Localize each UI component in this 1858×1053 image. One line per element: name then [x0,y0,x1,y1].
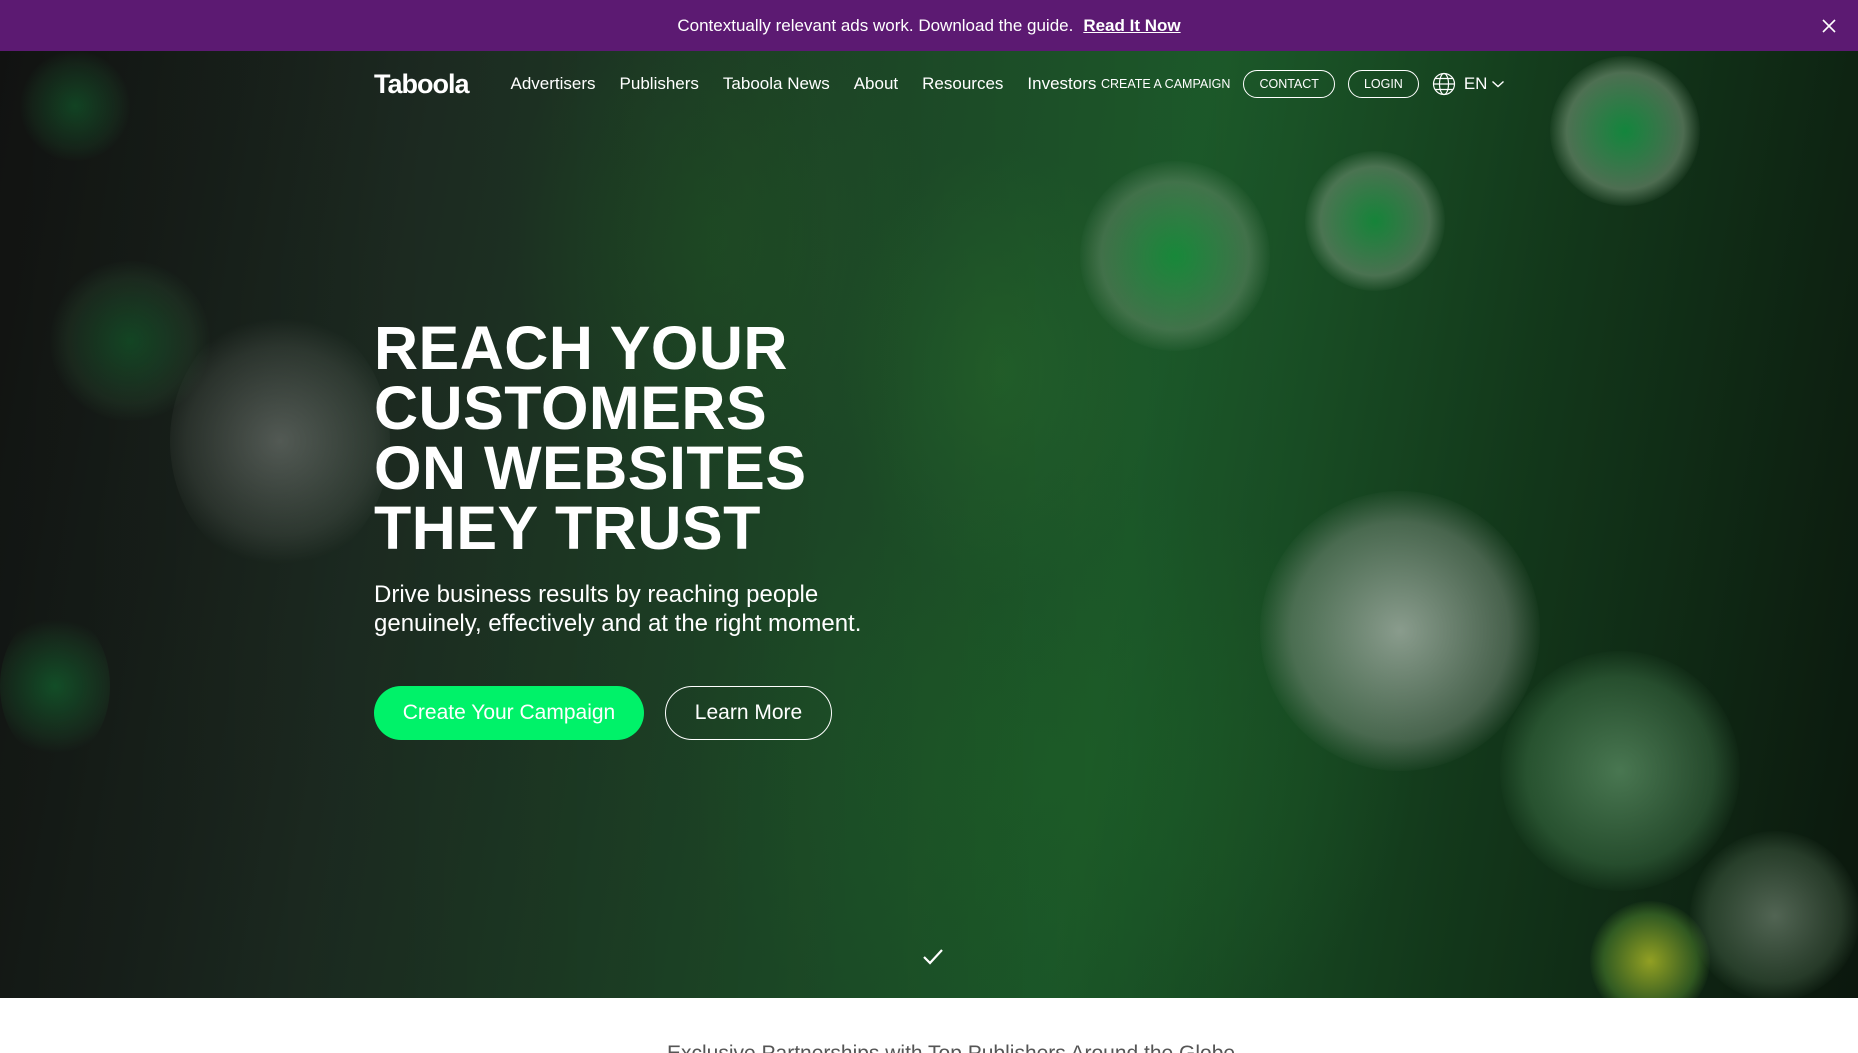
subheadline-line: genuinely, effectively and at the right … [374,610,862,637]
headline-line: ON WEBSITES [374,434,807,502]
create-campaign-link[interactable]: CREATE A CAMPAIGN [1101,77,1230,91]
announcement-bar: Contextually relevant ads work. Download… [0,0,1858,51]
nav-link-resources[interactable]: Resources [922,74,1003,94]
bokeh-light [50,261,210,421]
bokeh-light [1500,651,1740,891]
hero-subheadline: Drive business results by reaching peopl… [374,580,934,638]
bokeh-light [1305,151,1445,291]
partners-heading: Exclusive Partnerships with Top Publishe… [667,1042,1235,1053]
partners-section: Exclusive Partnerships with Top Publishe… [0,998,1858,1053]
bokeh-light [1550,56,1700,206]
close-icon[interactable] [1818,15,1840,37]
learn-more-button[interactable]: Learn More [665,686,832,740]
nav-link-about[interactable]: About [854,74,898,94]
nav-link-publishers[interactable]: Publishers [620,74,699,94]
hero-headline: REACH YOUR CUSTOMERS ON WEBSITES THEY TR… [374,314,1074,562]
nav-actions: CREATE A CAMPAIGN CONTACT LOGIN EN [1101,62,1505,106]
bokeh-light [0,611,110,761]
read-it-now-link[interactable]: Read It Now [1083,16,1180,36]
main-nav: Taboola Advertisers Publishers Taboola N… [374,62,1120,106]
headline-line: REACH YOUR [374,314,788,382]
login-button[interactable]: LOGIN [1347,70,1419,98]
nav-link-advertisers[interactable]: Advertisers [511,74,596,94]
bokeh-light [1590,901,1710,998]
language-selector[interactable]: EN [1432,72,1506,96]
checkmark-icon[interactable] [920,946,946,968]
bokeh-light [1080,161,1270,351]
create-campaign-button[interactable]: Create Your Campaign [374,686,644,740]
headline-line: CUSTOMERS [374,374,768,442]
bokeh-light [1260,491,1540,771]
nav-link-taboola-news[interactable]: Taboola News [723,74,830,94]
globe-icon [1432,72,1456,96]
chevron-down-icon [1491,79,1505,89]
bokeh-light [170,311,390,571]
headline-line: THEY TRUST [374,494,761,562]
subheadline-line: Drive business results by reaching peopl… [374,581,819,608]
nav-link-investors[interactable]: Investors [1027,74,1096,94]
bokeh-light [20,51,130,161]
contact-button[interactable]: CONTACT [1243,70,1335,98]
language-label: EN [1463,74,1488,93]
bokeh-light [1690,831,1858,998]
taboola-logo[interactable]: Taboola [374,69,470,100]
announcement-message: Contextually relevant ads work. Download… [677,15,1074,35]
